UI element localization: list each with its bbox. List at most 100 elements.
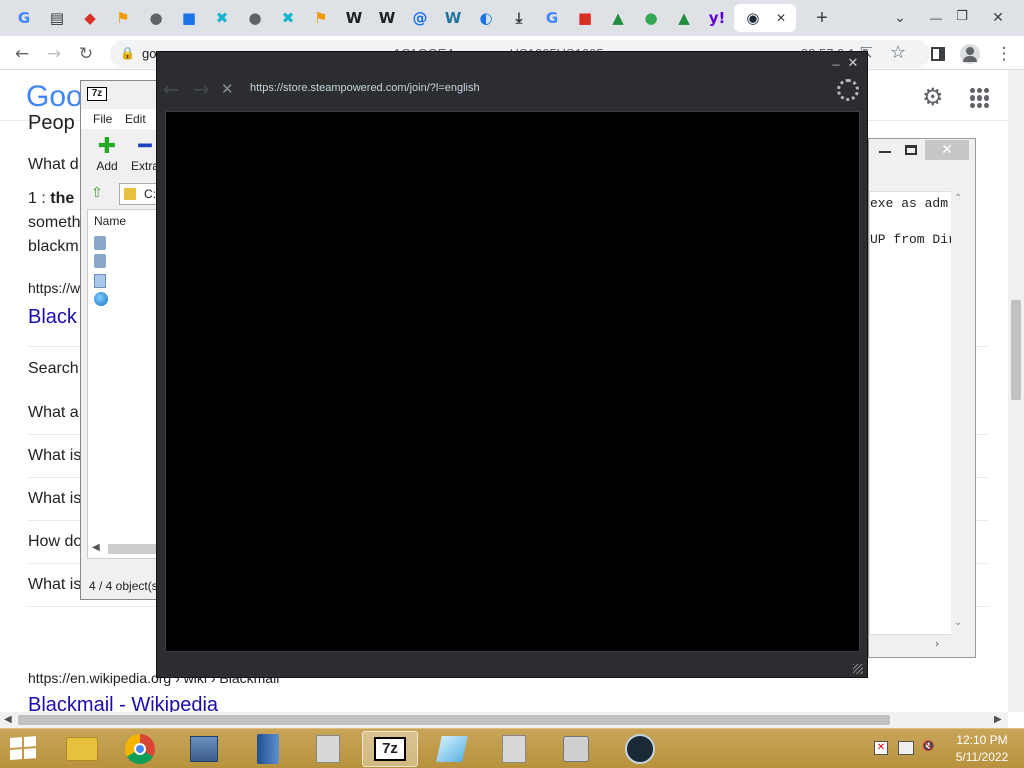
definition-text: 1 : the — [28, 190, 74, 208]
browser-tab[interactable]: ▤ — [41, 4, 73, 32]
notepad-app-icon[interactable] — [424, 731, 480, 767]
reload-icon[interactable]: ↻ — [74, 42, 98, 66]
browser-tab[interactable]: ✖ — [272, 4, 304, 32]
browser-tab[interactable]: ■ — [173, 4, 205, 32]
orange-person-icon: ⚑ — [314, 9, 328, 27]
page-horizontal-scrollbar[interactable]: ◀ ▶ — [0, 712, 1008, 728]
forward-arrow-icon[interactable]: → — [42, 42, 66, 66]
scroll-down-arrow-icon[interactable]: ⌄ — [954, 617, 962, 628]
steam-taskbar-icon[interactable] — [612, 731, 668, 767]
side-panel-icon[interactable] — [926, 42, 950, 66]
file-explorer-icon[interactable] — [54, 731, 110, 767]
browser-tab[interactable]: W — [371, 4, 403, 32]
tab-search-dropdown-icon[interactable]: ⌄ — [890, 6, 910, 30]
close-button[interactable]: ✕ — [925, 140, 969, 160]
browser-tab[interactable]: ⤓ — [503, 4, 535, 32]
earth-icon: ● — [644, 9, 658, 27]
menu-kebab-icon[interactable]: ⋮ — [992, 42, 1016, 66]
browser-tab[interactable]: ● — [635, 4, 667, 32]
chrome-icon[interactable] — [112, 731, 168, 767]
steam-minimize-button[interactable]: _ — [829, 52, 843, 68]
clock-date[interactable]: 5/11/2022 — [952, 750, 1012, 764]
browser-tab[interactable]: W — [338, 4, 370, 32]
text-vscrollbar[interactable]: ⌃ ⌄ — [951, 191, 967, 635]
scroll-thumb[interactable] — [18, 715, 890, 725]
add-button[interactable]: ✚ Add — [91, 135, 123, 175]
tray-network-icon[interactable]: ✕ — [874, 741, 888, 755]
restore-window-button[interactable]: ❐ — [950, 6, 974, 30]
browser-tab[interactable]: ⚑ — [305, 4, 337, 32]
apps-grid-icon[interactable] — [970, 88, 990, 108]
scroll-up-arrow-icon[interactable]: ⌃ — [954, 193, 962, 204]
profile-avatar-icon[interactable] — [958, 42, 982, 66]
related-question[interactable]: How do — [28, 533, 82, 551]
page-vertical-scrollbar[interactable] — [1008, 70, 1024, 712]
browser-tab[interactable]: G — [8, 4, 40, 32]
tray-volume-muted-icon[interactable]: 🔇 — [922, 741, 936, 755]
wikipedia-result-link[interactable]: Blackmail - Wikipedia — [28, 694, 218, 712]
archive-app-icon-2[interactable] — [486, 731, 542, 767]
browser-tab[interactable]: ◐ — [470, 4, 502, 32]
browser-tab[interactable]: y! — [701, 4, 733, 32]
resize-grip-icon[interactable] — [853, 664, 863, 674]
disk-utility-icon[interactable] — [548, 731, 604, 767]
path-input[interactable]: C:\ — [119, 183, 161, 205]
close-window-button[interactable]: ✕ — [986, 6, 1010, 30]
list-item[interactable] — [94, 292, 108, 306]
browser-tab[interactable]: G — [536, 4, 568, 32]
related-question[interactable]: What is — [28, 490, 81, 508]
new-tab-button[interactable]: + — [810, 6, 834, 30]
start-windows-icon[interactable] — [10, 736, 38, 762]
browser-tab[interactable]: ▲ — [668, 4, 700, 32]
browser-tab[interactable]: ⚑ — [107, 4, 139, 32]
featured-question[interactable]: What d — [28, 156, 79, 174]
archive-app-icon[interactable] — [300, 731, 356, 767]
blue-door-app-icon[interactable] — [240, 731, 296, 767]
browser-tab[interactable]: @ — [404, 4, 436, 32]
browser-tab[interactable]: ▲ — [602, 4, 634, 32]
list-item[interactable] — [94, 254, 106, 268]
maximize-button[interactable] — [905, 145, 917, 155]
menu-edit[interactable]: Edit — [125, 112, 146, 126]
browser-tab[interactable]: ● — [140, 4, 172, 32]
list-scroll-thumb[interactable] — [108, 544, 158, 554]
steam-close-button[interactable]: ✕ — [845, 56, 861, 72]
minimize-button[interactable] — [879, 151, 891, 153]
tray-device-icon[interactable] — [898, 741, 914, 755]
close-tab-icon[interactable]: ✕ — [776, 11, 786, 25]
scroll-left-arrow-icon[interactable]: ◀ — [4, 714, 12, 725]
loading-spinner-icon — [837, 79, 859, 101]
control-panel-icon[interactable] — [176, 731, 232, 767]
sevenzip-taskbar-icon[interactable]: 7z — [362, 731, 418, 767]
clock-time[interactable]: 12:10 PM — [952, 733, 1012, 747]
column-header-name[interactable]: Name — [94, 214, 126, 228]
google-logo[interactable]: Goo — [26, 80, 83, 114]
back-arrow-icon[interactable]: ← — [10, 42, 34, 66]
browser-tab[interactable]: W — [437, 4, 469, 32]
related-question[interactable]: What a — [28, 404, 79, 422]
browser-tab[interactable]: ◆ — [74, 4, 106, 32]
related-question[interactable]: What is — [28, 447, 81, 465]
browser-tab[interactable]: ✖ — [206, 4, 238, 32]
scroll-right-arrow-icon[interactable]: ▶ — [994, 714, 1002, 725]
scroll-thumb[interactable] — [1011, 300, 1021, 400]
result-title-link[interactable]: Black — [28, 306, 77, 329]
steam-forward-button[interactable]: → — [193, 78, 215, 100]
browser-tab[interactable]: ◉ ✕ — [734, 4, 796, 32]
list-item[interactable] — [94, 274, 106, 288]
steam-back-button[interactable]: ← — [163, 78, 185, 100]
up-folder-icon[interactable]: ⇧ — [91, 185, 103, 201]
settings-gear-icon[interactable]: ⚙ — [922, 84, 948, 110]
steam-content-area[interactable] — [165, 111, 860, 652]
scroll-right-arrow-icon[interactable]: › — [935, 637, 939, 650]
browser-tab[interactable]: ■ — [569, 4, 601, 32]
list-item[interactable] — [94, 236, 106, 250]
google-icon: G — [17, 9, 31, 27]
bookmark-star-icon[interactable]: ☆ — [890, 42, 906, 63]
list-scroll-left-arrow-icon[interactable]: ◀ — [92, 542, 100, 553]
browser-tab[interactable]: ● — [239, 4, 271, 32]
menu-file[interactable]: File — [93, 112, 112, 126]
steam-stop-button[interactable]: ✕ — [221, 80, 239, 98]
related-question[interactable]: What is — [28, 576, 81, 594]
minimize-window-button[interactable]: — — [924, 6, 948, 30]
